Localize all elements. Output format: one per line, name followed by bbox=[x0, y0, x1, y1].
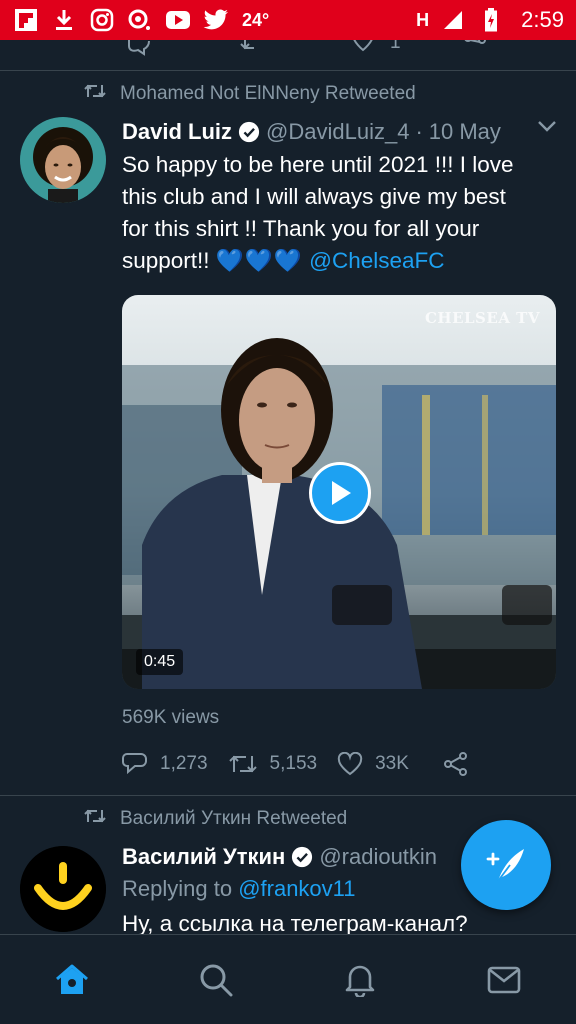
tweet-david-luiz[interactable]: David Luiz @DavidLuiz_4 · 10 May So happ… bbox=[0, 117, 576, 787]
share-icon bbox=[443, 752, 467, 776]
tweet-text: Ну, а ссылка на телеграм-канал? bbox=[122, 911, 468, 934]
chevron-down-icon[interactable] bbox=[536, 119, 558, 138]
avatar[interactable] bbox=[20, 846, 106, 932]
channel-watermark: CHELSEA TV bbox=[424, 309, 540, 327]
reply-icon bbox=[122, 753, 147, 775]
twitter-icon bbox=[202, 6, 230, 34]
retweeted-by-text: Василий Уткин Retweeted bbox=[120, 808, 348, 829]
replying-to-mention[interactable]: @frankov11 bbox=[238, 876, 355, 901]
bottom-navigation bbox=[0, 934, 576, 1024]
author-name[interactable]: David Luiz bbox=[122, 119, 232, 145]
download-icon bbox=[50, 6, 78, 34]
video-player[interactable]: CHELSEA TV 0:45 bbox=[122, 295, 556, 689]
play-button[interactable] bbox=[309, 462, 371, 524]
reply-button[interactable]: 1,273 bbox=[122, 752, 208, 776]
tweet-text-line: support!! 💙💙💙 @ChelseaFC bbox=[122, 245, 556, 277]
nav-notifications[interactable] bbox=[330, 950, 390, 1010]
nav-messages[interactable] bbox=[474, 950, 534, 1010]
retweet-icon[interactable] bbox=[240, 40, 268, 61]
retweet-icon bbox=[228, 755, 257, 773]
author-name[interactable]: Василий Уткин bbox=[122, 844, 285, 870]
home-icon bbox=[56, 964, 88, 994]
verified-badge-icon bbox=[238, 121, 260, 143]
reply-count: 1,273 bbox=[160, 753, 208, 774]
tweet-text-line: for this shirt !! Thank you for all your bbox=[122, 216, 480, 241]
messages-icon bbox=[487, 966, 521, 993]
play-icon bbox=[332, 481, 351, 505]
timeline-feed[interactable]: 1 Mohamed Not ElNNeny Retweeted David Lu… bbox=[0, 40, 576, 934]
signal-icon bbox=[439, 6, 467, 34]
compose-feather-icon bbox=[486, 849, 524, 882]
retweet-small-icon bbox=[84, 83, 106, 105]
heart-icon bbox=[337, 752, 363, 776]
replying-to-label: Replying to bbox=[122, 876, 239, 901]
tweet-text-segment: support!! bbox=[122, 248, 216, 273]
retweet-count: 5,153 bbox=[269, 753, 318, 774]
separator-dot: · bbox=[415, 119, 423, 144]
retweet-button[interactable]: 5,153 bbox=[228, 753, 318, 775]
nav-home[interactable] bbox=[42, 950, 102, 1010]
mention-link[interactable]: @ChelseaFC bbox=[309, 248, 444, 273]
network-type-text: H bbox=[416, 9, 430, 30]
view-count: 569K views bbox=[122, 707, 220, 728]
author-handle[interactable]: @DavidLuiz_4 bbox=[266, 119, 409, 145]
like-count: 1 bbox=[390, 40, 401, 53]
status-bar: 24° H 2:59 bbox=[0, 0, 576, 40]
like-count: 33K bbox=[375, 753, 409, 774]
tweet-text-line: So happy to be here until 2021 !!! I lov… bbox=[122, 152, 514, 177]
video-duration: 0:45 bbox=[136, 649, 184, 675]
tweet-text: So happy to be here until 2021 !!! I lov… bbox=[122, 149, 556, 277]
compose-tweet-button[interactable] bbox=[461, 820, 551, 910]
search-icon bbox=[200, 964, 233, 996]
nav-search[interactable] bbox=[186, 950, 246, 1010]
reply-icon[interactable] bbox=[126, 40, 152, 61]
retweeted-by-text: Mohamed Not ElNNeny Retweeted bbox=[120, 83, 416, 104]
tweet-actions: 1,273 5,153 33K bbox=[122, 741, 556, 787]
retweet-small-icon bbox=[84, 808, 106, 830]
blue-hearts-emoji: 💙💙💙 bbox=[215, 248, 303, 273]
retweet-context[interactable]: Mohamed Not ElNNeny Retweeted bbox=[0, 71, 576, 117]
share-button[interactable] bbox=[443, 752, 469, 776]
flipboard-icon bbox=[12, 6, 40, 34]
instagram-icon bbox=[88, 6, 116, 34]
author-handle[interactable]: @radioutkin bbox=[319, 844, 437, 870]
battery-icon bbox=[477, 6, 505, 34]
like-icon[interactable] bbox=[350, 40, 376, 61]
tweet-date[interactable]: 10 May bbox=[429, 119, 501, 145]
youtube-icon bbox=[164, 6, 192, 34]
app-icon bbox=[126, 6, 154, 34]
tweet-header: David Luiz @DavidLuiz_4 · 10 May bbox=[122, 117, 556, 147]
like-button[interactable]: 33K bbox=[337, 752, 409, 776]
notifications-icon bbox=[345, 965, 375, 997]
clock-text: 2:59 bbox=[521, 7, 564, 32]
previous-tweet-actions: 1 bbox=[0, 40, 576, 70]
avatar[interactable] bbox=[20, 117, 106, 203]
share-icon[interactable] bbox=[462, 40, 488, 61]
temperature-text: 24° bbox=[242, 9, 270, 30]
tweet-text-line: this club and I will always give my best bbox=[122, 184, 506, 209]
verified-badge-icon bbox=[291, 846, 313, 868]
